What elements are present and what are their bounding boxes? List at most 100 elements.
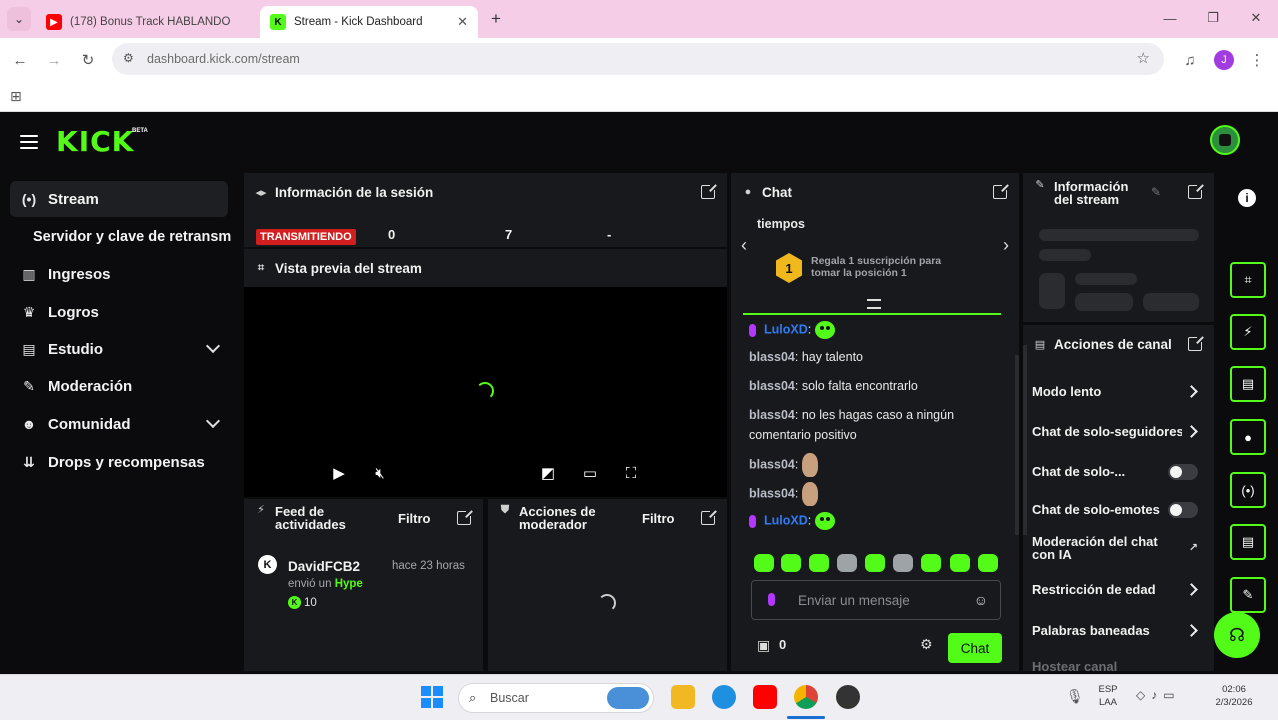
popout-icon[interactable] <box>701 509 717 525</box>
emote-icon[interactable] <box>754 554 774 572</box>
info-icon[interactable]: i <box>1238 189 1256 207</box>
emote-icon[interactable] <box>809 554 829 572</box>
chat-username[interactable]: LuloXD <box>764 513 808 527</box>
emote-icon[interactable] <box>781 554 801 572</box>
capture-icon[interactable]: ⌗ <box>1230 262 1266 298</box>
close-icon[interactable]: ✕ <box>457 14 468 30</box>
sidebar-item-moderacion[interactable]: ✎ Moderación <box>10 368 228 404</box>
toggle-switch[interactable] <box>1168 464 1198 480</box>
popout-icon[interactable] <box>993 183 1009 199</box>
chat-username[interactable]: blass04 <box>749 408 795 422</box>
sidebar-item-estudio[interactable]: ▤ Estudio <box>10 331 228 367</box>
feed-username[interactable]: DavidFCB2 <box>288 559 360 574</box>
sidebar-item-drops[interactable]: ⇊ Drops y recompensas <box>10 444 228 480</box>
chevron-left-icon[interactable]: ‹ <box>741 235 747 256</box>
chat-emote[interactable] <box>802 453 819 477</box>
menu-kebab-icon[interactable]: ⋮ <box>1245 48 1269 72</box>
analytics-icon[interactable]: ↗ <box>1189 541 1198 554</box>
windows-start-icon[interactable] <box>421 686 443 708</box>
star-icon[interactable]: ☆ <box>1137 49 1150 67</box>
channel-action-row[interactable]: Moderación del chat con IA ↗ <box>1032 535 1210 562</box>
chat-scrollbar[interactable] <box>1015 355 1019 535</box>
site-settings-icon[interactable]: ⚙ <box>123 51 134 65</box>
kick-logo[interactable]: KICK <box>56 125 134 158</box>
chat-username[interactable]: blass04 <box>749 379 795 393</box>
media-icon[interactable]: ♫ <box>1178 48 1202 72</box>
chat-username[interactable]: LuloXD <box>764 322 808 336</box>
minimize-icon[interactable]: — <box>1160 8 1180 28</box>
popout-icon[interactable] <box>457 509 473 525</box>
channel-action-row[interactable]: Modo lento <box>1032 384 1210 399</box>
system-tray-icons[interactable]: ◇♪▭ <box>1136 688 1181 702</box>
emoji-icon[interactable]: ☺ <box>974 592 988 608</box>
clock[interactable]: 02:06 2/3/2026 <box>1208 684 1260 710</box>
user-avatar[interactable] <box>1210 125 1240 155</box>
channel-action-row[interactable]: Restricción de edad <box>1032 582 1210 597</box>
edit-pencil-icon[interactable]: ✎ <box>1151 185 1161 199</box>
send-chat-button[interactable]: Chat <box>948 633 1002 663</box>
channel-icon[interactable]: ▤ <box>1230 524 1266 560</box>
emote-icon[interactable] <box>865 554 885 572</box>
chevron-right-icon[interactable] <box>1185 385 1198 398</box>
chat-username[interactable]: blass04 <box>749 457 795 471</box>
popout-icon[interactable] <box>1188 183 1204 199</box>
chat-emote[interactable] <box>815 321 836 339</box>
window-close-icon[interactable]: ✕ <box>1246 8 1266 28</box>
chevron-right-icon[interactable] <box>1185 425 1198 438</box>
sidebar-item-ingresos[interactable]: ▥ Ingresos <box>10 256 228 292</box>
channel-action-row[interactable]: Chat de solo-emotes <box>1032 502 1210 518</box>
sidebar-item-logros[interactable]: ♛ Logros <box>10 294 228 330</box>
pip-icon[interactable]: ◩ <box>538 463 558 483</box>
emote-icon[interactable] <box>978 554 998 572</box>
apps-grid-icon[interactable]: ⊞ <box>10 88 22 105</box>
channel-action-row[interactable]: Chat de solo-seguidores <box>1032 424 1210 439</box>
emote-icon[interactable] <box>837 554 857 572</box>
bolt-icon[interactable]: ⚡ <box>1230 314 1266 350</box>
filter-button[interactable]: Filtro <box>642 511 675 526</box>
emote-icon[interactable] <box>893 554 913 572</box>
edge-icon[interactable] <box>712 685 736 709</box>
theater-icon[interactable]: ▭ <box>580 463 600 483</box>
tab-search-icon[interactable]: ⌄ <box>7 7 31 31</box>
panel-scrollbar[interactable] <box>1023 345 1027 535</box>
maximize-icon[interactable]: ❐ <box>1203 8 1223 28</box>
hamburger-menu-icon[interactable] <box>20 135 38 149</box>
profile-avatar[interactable]: J <box>1212 48 1236 72</box>
mute-icon[interactable]: 🔇︎ <box>370 463 390 483</box>
notes-icon[interactable]: ▤ <box>1230 366 1266 402</box>
forward-icon[interactable]: → <box>42 48 66 72</box>
taskbar-search[interactable]: ⌕ Buscar <box>458 683 654 713</box>
chat-input[interactable]: Enviar un mensaje ☺ <box>751 580 1001 620</box>
chevron-right-icon[interactable]: › <box>1003 235 1009 256</box>
back-icon[interactable]: ← <box>8 48 32 72</box>
browser-tab-youtube[interactable]: ▶ (178) Bonus Track HABLANDO <box>36 6 258 38</box>
settings-gear-icon[interactable]: ⚙ <box>920 636 933 653</box>
channel-action-row[interactable]: Chat de solo-... <box>1032 464 1210 480</box>
chevron-right-icon[interactable] <box>1185 624 1198 637</box>
file-explorer-icon[interactable] <box>671 685 695 709</box>
address-bar[interactable]: ⚙ dashboard.kick.com/stream ☆ <box>112 43 1164 75</box>
emote-icon[interactable] <box>921 554 941 572</box>
chat-emote[interactable] <box>815 512 836 530</box>
collapse-icon[interactable] <box>867 299 881 309</box>
popout-icon[interactable] <box>1188 335 1204 351</box>
channel-action-row[interactable]: Palabras baneadas <box>1032 623 1210 638</box>
language-indicator[interactable]: ESP LAA <box>1096 684 1120 710</box>
filter-button[interactable]: Filtro <box>398 511 431 526</box>
sidebar-subitem-server-key[interactable]: Servidor y clave de retransm <box>33 229 242 245</box>
microphone-icon[interactable]: 🎙︎ <box>1066 688 1084 705</box>
popout-icon[interactable] <box>701 183 717 199</box>
chrome-icon[interactable] <box>794 685 818 709</box>
new-tab-icon[interactable]: + <box>484 7 508 31</box>
chat-bubble-icon[interactable]: ● <box>1230 419 1266 455</box>
emote-icon[interactable] <box>950 554 970 572</box>
wrench-icon[interactable]: ✎ <box>1230 577 1266 613</box>
stream-preview-video[interactable]: ▶ 🔇︎ ◩ ▭ ⛶ <box>244 287 727 497</box>
chevron-right-icon[interactable] <box>1185 583 1198 596</box>
toggle-switch[interactable] <box>1168 502 1198 518</box>
sidebar-item-comunidad[interactable]: ☻ Comunidad <box>10 406 228 442</box>
chat-emote[interactable] <box>802 482 819 506</box>
app-icon[interactable] <box>836 685 860 709</box>
support-headset-icon[interactable]: ☊ <box>1214 612 1260 658</box>
channel-action-row[interactable]: Hostear canal <box>1032 659 1210 671</box>
